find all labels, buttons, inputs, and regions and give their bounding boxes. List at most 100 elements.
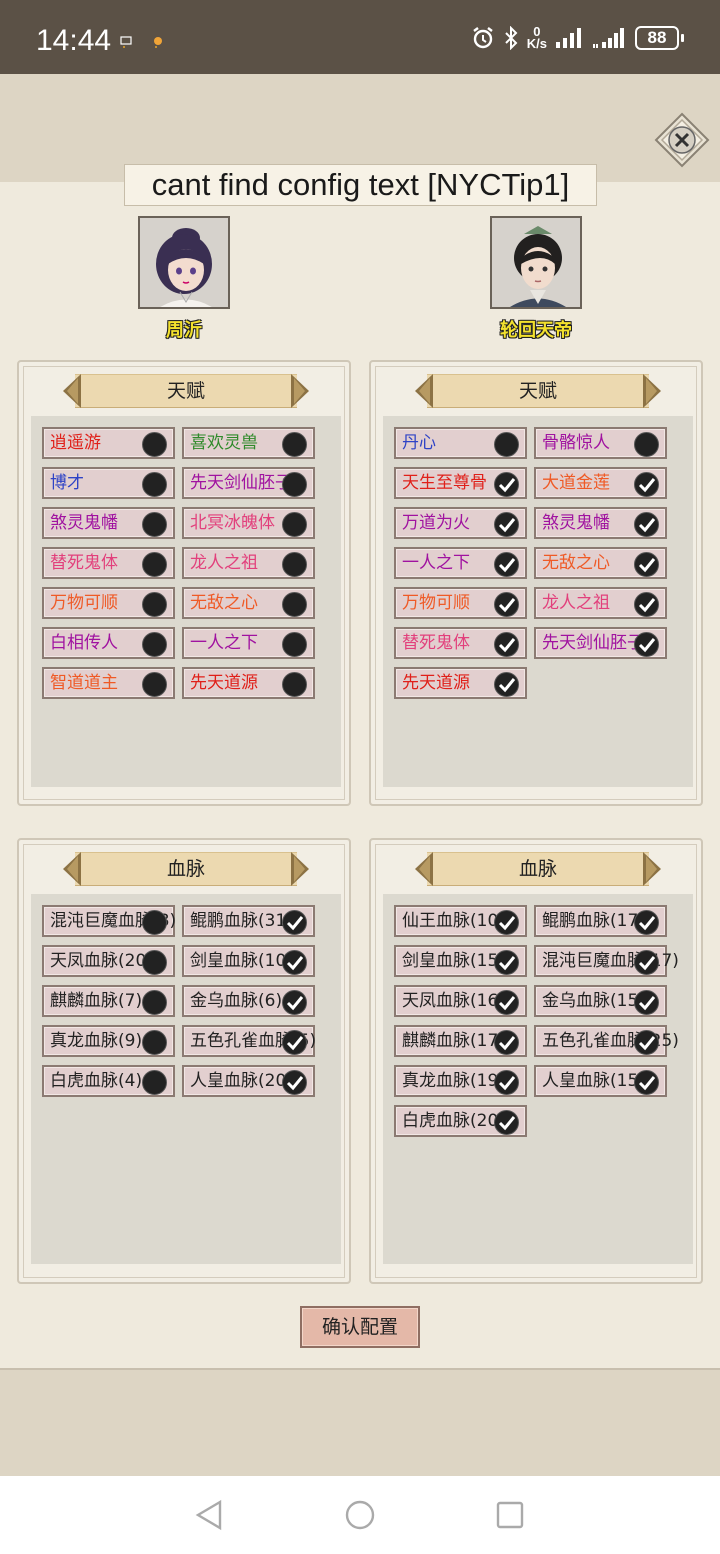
checkmark-icon[interactable]: [634, 950, 659, 975]
close-button[interactable]: [654, 112, 710, 168]
confirm-config-button[interactable]: 确认配置: [300, 1306, 420, 1348]
chip-option[interactable]: 天凤血脉(16): [394, 985, 527, 1017]
chip-option[interactable]: 白相传人: [42, 627, 175, 659]
chip-option[interactable]: 博才: [42, 467, 175, 499]
chip-option[interactable]: 大道金莲: [534, 467, 667, 499]
checkmark-icon[interactable]: [494, 632, 519, 657]
chip-option[interactable]: 真龙血脉(9): [42, 1025, 175, 1057]
checkmark-icon[interactable]: [282, 1030, 307, 1055]
chip-option[interactable]: 剑皇血脉(15): [394, 945, 527, 977]
chip-option[interactable]: 一人之下: [182, 627, 315, 659]
chip-option[interactable]: 万物可顺: [42, 587, 175, 619]
empty-circle-icon[interactable]: [142, 472, 167, 497]
checkmark-icon[interactable]: [634, 592, 659, 617]
checkmark-icon[interactable]: [494, 1110, 519, 1135]
chip-option[interactable]: 五色孔雀血脉(5): [182, 1025, 316, 1057]
chip-option[interactable]: 智道道主: [42, 667, 175, 699]
chip-option[interactable]: 白虎血脉(20): [394, 1105, 527, 1137]
chip-option[interactable]: 五色孔雀血脉(25): [534, 1025, 679, 1057]
checkmark-icon[interactable]: [494, 512, 519, 537]
checkmark-icon[interactable]: [494, 1030, 519, 1055]
checkmark-icon[interactable]: [282, 950, 307, 975]
empty-circle-icon[interactable]: [142, 432, 167, 457]
empty-circle-icon[interactable]: [142, 632, 167, 657]
empty-circle-icon[interactable]: [634, 432, 659, 457]
chip-option[interactable]: 万物可顺: [394, 587, 527, 619]
chip-option[interactable]: 仙王血脉(10): [394, 905, 527, 937]
checkmark-icon[interactable]: [634, 910, 659, 935]
chip-option[interactable]: 煞灵鬼幡: [42, 507, 175, 539]
chip-option[interactable]: 麒麟血脉(17): [394, 1025, 527, 1057]
checkmark-icon[interactable]: [494, 672, 519, 697]
checkmark-icon[interactable]: [282, 990, 307, 1015]
checkmark-icon[interactable]: [494, 592, 519, 617]
chip-option[interactable]: 龙人之祖: [182, 547, 315, 579]
checkmark-icon[interactable]: [634, 1070, 659, 1095]
chip-option[interactable]: 骨骼惊人: [534, 427, 667, 459]
chip-option[interactable]: 煞灵鬼幡: [534, 507, 667, 539]
chip-option[interactable]: 先天道源: [182, 667, 315, 699]
chip-option[interactable]: 混沌巨魔血脉(17): [534, 945, 679, 977]
chip-option[interactable]: 替死鬼体: [42, 547, 175, 579]
chip-option[interactable]: 金乌血脉(6): [182, 985, 315, 1017]
checkmark-icon[interactable]: [494, 552, 519, 577]
checkmark-icon[interactable]: [282, 1070, 307, 1095]
chip-option[interactable]: 麒麟血脉(7): [42, 985, 175, 1017]
empty-circle-icon[interactable]: [282, 632, 307, 657]
back-triangle-icon[interactable]: [192, 1498, 226, 1532]
chip-option[interactable]: 万道为火: [394, 507, 527, 539]
empty-circle-icon[interactable]: [282, 432, 307, 457]
empty-circle-icon[interactable]: [142, 990, 167, 1015]
checkmark-icon[interactable]: [494, 472, 519, 497]
empty-circle-icon[interactable]: [282, 472, 307, 497]
empty-circle-icon[interactable]: [142, 1070, 167, 1095]
chip-option[interactable]: 无敌之心: [182, 587, 315, 619]
chip-option[interactable]: 金乌血脉(15): [534, 985, 667, 1017]
checkmark-icon[interactable]: [494, 1070, 519, 1095]
chip-option[interactable]: 先天剑仙胚子: [182, 467, 315, 499]
chip-option[interactable]: 人皇血脉(15): [534, 1065, 667, 1097]
chip-option[interactable]: 白虎血脉(4): [42, 1065, 175, 1097]
chip-option[interactable]: 鲲鹏血脉(17): [534, 905, 667, 937]
empty-circle-icon[interactable]: [494, 432, 519, 457]
checkmark-icon[interactable]: [634, 1030, 659, 1055]
checkmark-icon[interactable]: [494, 950, 519, 975]
checkmark-icon[interactable]: [634, 472, 659, 497]
chip-option[interactable]: 替死鬼体: [394, 627, 527, 659]
checkmark-icon[interactable]: [494, 990, 519, 1015]
empty-circle-icon[interactable]: [142, 592, 167, 617]
empty-circle-icon[interactable]: [282, 552, 307, 577]
empty-circle-icon[interactable]: [142, 950, 167, 975]
recent-square-icon[interactable]: [493, 1498, 527, 1532]
chip-option[interactable]: 北冥冰魄体: [182, 507, 315, 539]
empty-circle-icon[interactable]: [282, 592, 307, 617]
chip-option[interactable]: 龙人之祖: [534, 587, 667, 619]
chip-option[interactable]: 鲲鹏血脉(31): [182, 905, 315, 937]
checkmark-icon[interactable]: [634, 990, 659, 1015]
chip-option[interactable]: 先天道源: [394, 667, 527, 699]
empty-circle-icon[interactable]: [142, 910, 167, 935]
chip-option[interactable]: 先天剑仙胚子: [534, 627, 667, 659]
checkmark-icon[interactable]: [634, 632, 659, 657]
chip-option[interactable]: 混沌巨魔血脉(8): [42, 905, 176, 937]
empty-circle-icon[interactable]: [142, 672, 167, 697]
checkmark-icon[interactable]: [282, 910, 307, 935]
checkmark-icon[interactable]: [634, 512, 659, 537]
home-circle-icon[interactable]: [343, 1498, 377, 1532]
chip-option[interactable]: 喜欢灵兽: [182, 427, 315, 459]
empty-circle-icon[interactable]: [142, 512, 167, 537]
chip-option[interactable]: 天生至尊骨: [394, 467, 527, 499]
chip-option[interactable]: 一人之下: [394, 547, 527, 579]
checkmark-icon[interactable]: [634, 552, 659, 577]
empty-circle-icon[interactable]: [142, 552, 167, 577]
chip-option[interactable]: 无敌之心: [534, 547, 667, 579]
chip-option[interactable]: 天凤血脉(20): [42, 945, 175, 977]
empty-circle-icon[interactable]: [282, 672, 307, 697]
checkmark-icon[interactable]: [494, 910, 519, 935]
chip-option[interactable]: 逍遥游: [42, 427, 175, 459]
chip-option[interactable]: 真龙血脉(19): [394, 1065, 527, 1097]
chip-option[interactable]: 丹心: [394, 427, 527, 459]
chip-option[interactable]: 人皇血脉(20): [182, 1065, 315, 1097]
chip-option[interactable]: 剑皇血脉(10): [182, 945, 315, 977]
empty-circle-icon[interactable]: [282, 512, 307, 537]
